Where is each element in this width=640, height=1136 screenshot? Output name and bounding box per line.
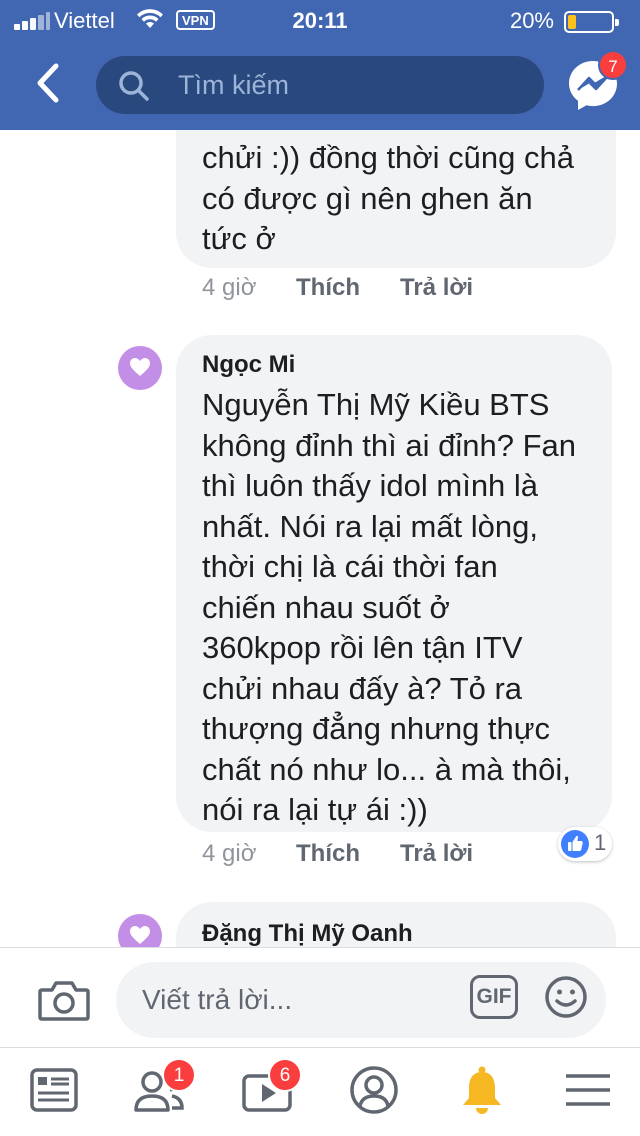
search-input[interactable]: Tìm kiếm <box>96 56 544 114</box>
top-bar: Viettel VPN 20:11 20% Tìm kiếm 7 <box>0 0 640 130</box>
search-icon <box>119 71 149 101</box>
like-button[interactable]: Thích <box>296 274 360 302</box>
bottom-tab-bar: 1 6 <box>0 1047 640 1136</box>
reply-button[interactable]: Trả lời <box>400 274 473 302</box>
gif-button[interactable]: GIF <box>470 975 518 1019</box>
like-reaction-icon <box>561 830 589 858</box>
status-bar: Viettel VPN 20:11 20% <box>0 0 640 40</box>
watch-badge: 6 <box>268 1058 302 1092</box>
reply-input[interactable]: Viết trả lời... <box>116 962 606 1038</box>
search-placeholder: Tìm kiếm <box>178 70 289 100</box>
comment-text: Nguyễn Thị Mỹ Kiều BTS không đỉnh thì ai… <box>202 387 576 827</box>
reply-button[interactable]: Trả lời <box>400 840 473 868</box>
reaction-count: 1 <box>594 830 607 855</box>
profile-icon <box>350 1066 398 1114</box>
avatar[interactable] <box>118 346 162 390</box>
tab-news-feed[interactable] <box>26 1062 82 1118</box>
app-screen: Viettel VPN 20:11 20% Tìm kiếm 7 chửi:)… <box>0 0 640 1136</box>
tab-watch[interactable]: 6 <box>240 1058 302 1118</box>
comment-author[interactable]: Đặng Thị Mỹ Oanh <box>202 920 413 948</box>
comment-meta: 4 giờ Thích Trả lời <box>202 840 602 870</box>
messenger-button[interactable]: 7 <box>566 50 628 112</box>
messenger-badge: 7 <box>598 50 628 80</box>
tab-menu[interactable] <box>560 1062 616 1118</box>
tab-notifications[interactable] <box>454 1062 510 1118</box>
comment-text: chửi :)) đồng thời cũng chả có được gì n… <box>202 140 574 256</box>
back-arrow-icon[interactable] <box>30 60 70 106</box>
bell-icon <box>463 1066 501 1114</box>
friends-badge: 1 <box>162 1058 196 1092</box>
comment-time: 4 giờ <box>202 274 257 301</box>
comment-bubble: Ngọc Mi Nguyễn Thị Mỹ Kiều BTS không đỉn… <box>176 335 612 832</box>
battery-percent: 20% <box>509 8 554 33</box>
menu-icon <box>566 1074 610 1106</box>
heart-icon <box>130 358 150 376</box>
reaction-summary[interactable]: 1 <box>558 827 612 861</box>
like-button[interactable]: Thích <box>296 840 360 868</box>
tab-friends[interactable]: 1 <box>130 1058 196 1118</box>
reply-placeholder: Viết trả lời... <box>142 984 293 1015</box>
camera-icon[interactable] <box>38 978 90 1022</box>
tab-profile[interactable] <box>346 1062 402 1118</box>
emoji-icon[interactable] <box>544 975 588 1019</box>
comment-time: 4 giờ <box>202 840 257 867</box>
comment-meta: 4 giờ Thích Trả lời <box>202 274 602 304</box>
heart-icon <box>130 926 150 944</box>
news-feed-icon <box>30 1068 78 1112</box>
comment-author[interactable]: Ngọc Mi <box>202 351 295 379</box>
battery-icon <box>564 11 619 33</box>
